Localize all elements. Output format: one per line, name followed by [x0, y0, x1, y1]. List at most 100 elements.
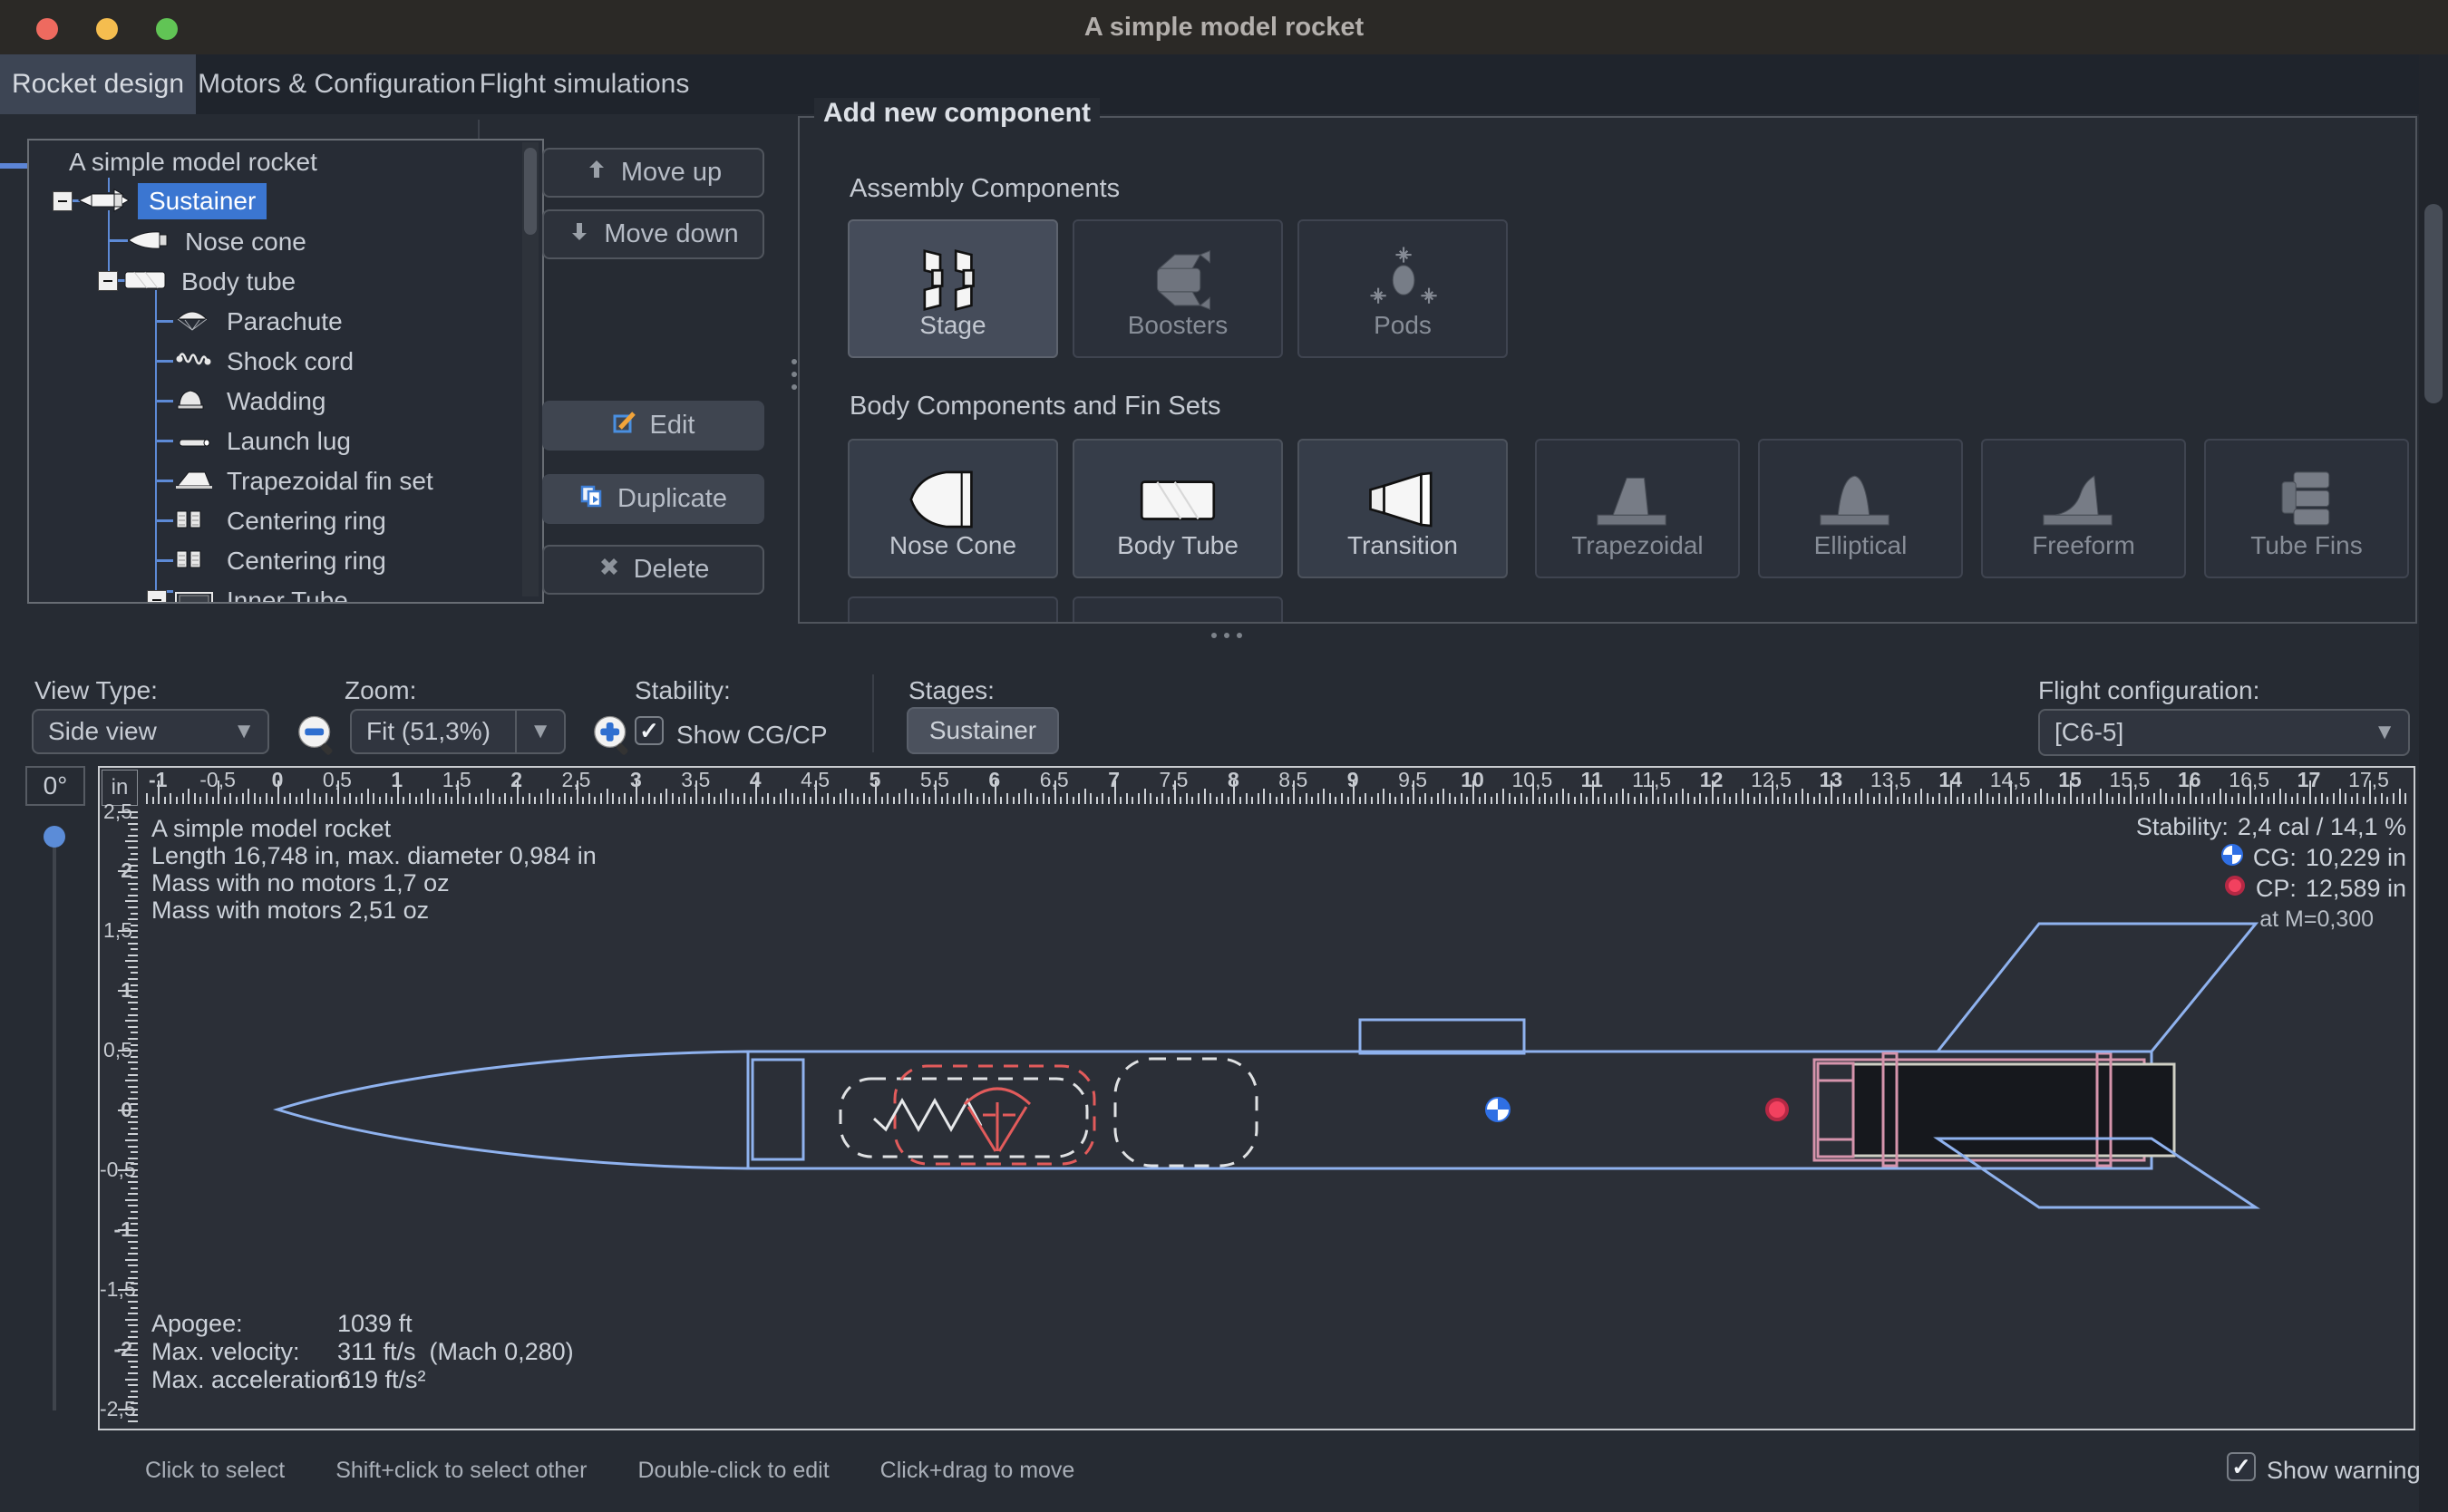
tree-item-label: Body tube [181, 267, 296, 296]
motor-outline[interactable] [1853, 1064, 2174, 1156]
section-label: Assembly Components [850, 174, 1120, 204]
tree-item-trapezoidal-fin-set[interactable]: Trapezoidal fin set [29, 460, 537, 500]
tree-expander-icon[interactable] [53, 191, 73, 211]
cp-icon [2223, 874, 2247, 904]
tree-item-label: Sustainer [138, 183, 267, 219]
wadding-outline[interactable] [1115, 1059, 1257, 1166]
duplicate-icon [579, 483, 605, 516]
tab-flight-simulations[interactable]: Flight simulations [478, 54, 691, 114]
edit-button[interactable]: Edit [542, 401, 764, 451]
nose-cone-outline[interactable] [277, 1052, 748, 1168]
boosters-icon [1074, 241, 1281, 324]
component-card-boosters: Boosters [1073, 219, 1283, 358]
show-cgcp-checkbox[interactable]: ✓ [635, 716, 664, 745]
show-warnings-checkbox[interactable]: ✓ [2227, 1452, 2256, 1481]
rotation-angle-box: 0° [25, 766, 85, 806]
chevron-down-icon: ▼ [2361, 720, 2408, 745]
component-card-stage[interactable]: Stage [848, 219, 1058, 358]
cg-icon [2220, 843, 2244, 873]
tree-expander-icon[interactable] [147, 590, 167, 604]
arrow-down-icon [568, 219, 591, 250]
tube-fins-icon [2206, 460, 2407, 543]
component-card-transition[interactable]: Transition [1297, 439, 1508, 578]
centering-ring-icon [174, 548, 203, 577]
move-down-button[interactable]: Move down [542, 209, 764, 259]
tree-item-label: Inner Tube [227, 586, 348, 604]
tree-expander-icon[interactable] [98, 271, 118, 291]
launch-lug-icon [174, 428, 214, 457]
view-type-label: View Type: [34, 676, 158, 705]
tree-item-shock-cord[interactable]: Shock cord [29, 341, 537, 381]
mouse-hint: Double-click to edit [637, 1458, 829, 1484]
tree-item-wadding[interactable]: Wadding [29, 381, 537, 421]
rotation-slider-track[interactable] [53, 827, 56, 1410]
parachute-icon [174, 308, 210, 338]
zoom-label: Zoom: [345, 676, 416, 705]
rocket-design-canvas[interactable]: in -1-0,500,511,522,533,544,555,566,577,… [98, 766, 2415, 1430]
nose-cone-icon [127, 228, 174, 257]
wadding-icon [174, 388, 207, 418]
body-tube-icon [1074, 460, 1281, 543]
panel-scrollbar[interactable] [2419, 54, 2448, 1512]
titlebar: A simple model rocket [0, 0, 2448, 54]
fin-set-icon [174, 468, 214, 497]
panel-resize-handle[interactable] [1237, 633, 1242, 638]
centering-ring-icon [174, 508, 203, 537]
flight-stats: Apogee:1039 ft Max. velocity:311 ft/s (M… [151, 1310, 574, 1394]
tree-item-sustainer[interactable]: Sustainer [29, 181, 537, 221]
cp-marker [1767, 1100, 1787, 1119]
panel-resize-handle[interactable] [1211, 633, 1217, 638]
rocket-icon [78, 189, 131, 218]
tree-item-launch-lug[interactable]: Launch lug [29, 421, 537, 460]
panel-splitter-handle[interactable] [792, 359, 797, 364]
tree-item-parachute[interactable]: Parachute [29, 301, 537, 341]
move-up-button[interactable]: Move up [542, 148, 764, 198]
panel-splitter-handle[interactable] [792, 372, 797, 377]
rocket-name: A simple model rocket [151, 815, 597, 842]
tree-item-centering-ring[interactable]: Centering ring [29, 540, 537, 580]
edit-icon [612, 410, 637, 442]
duplicate-button[interactable]: Duplicate [542, 474, 764, 524]
zoom-in-icon [588, 746, 635, 761]
component-card-nose-cone[interactable]: Nose Cone [848, 439, 1058, 578]
mouse-hint: Click to select [145, 1458, 285, 1484]
zoom-out-icon [292, 746, 339, 761]
zoom-out-button[interactable] [292, 711, 339, 762]
zoom-level-combo[interactable]: Fit (51,3%) ▼ [350, 709, 566, 754]
add-component-title: Add new component [814, 98, 1100, 129]
component-card-body-tube[interactable]: Body Tube [1073, 439, 1283, 578]
tab-rocket-design[interactable]: Rocket design [0, 54, 196, 114]
tree-item-body-tube[interactable]: Body tube [29, 261, 537, 301]
mouse-hint: Click+drag to move [880, 1458, 1075, 1484]
delete-button[interactable]: Delete [542, 545, 764, 595]
panel-resize-handle[interactable] [1224, 633, 1229, 638]
tree-item-label: Shock cord [227, 347, 354, 376]
tree-item-label: Nose cone [185, 228, 306, 257]
shock-cord-outline[interactable] [840, 1079, 1087, 1157]
view-type-select[interactable]: Side view▼ [32, 709, 269, 754]
zoom-in-button[interactable] [588, 711, 635, 762]
tree-item-nose-cone[interactable]: Nose cone [29, 221, 537, 261]
tree-item-centering-ring[interactable]: Centering ring [29, 500, 537, 540]
component-card-elliptical: Elliptical [1758, 439, 1963, 578]
nose-shoulder-outline[interactable] [753, 1060, 803, 1159]
engine-block-outline[interactable] [1818, 1063, 1853, 1157]
stages-label: Stages: [908, 676, 995, 705]
tree-item-label: Launch lug [227, 427, 351, 456]
panel-scrollbar-thumb[interactable] [2424, 204, 2443, 403]
openrocket-window: A simple model rocket Rocket design Moto… [0, 0, 2448, 1512]
stage-toggle-sustainer[interactable]: Sustainer [907, 707, 1059, 754]
tree-item-inner-tube[interactable]: Inner Tube [29, 580, 537, 604]
tree-item-a-simple-model-rocket[interactable]: A simple model rocket [29, 141, 537, 181]
rotation-slider-knob[interactable] [44, 826, 65, 848]
panel-splitter-handle[interactable] [792, 384, 797, 390]
window-title: A simple model rocket [0, 13, 2448, 43]
shock-cord-icon [174, 348, 214, 377]
toolbar-divider [872, 674, 874, 752]
tab-motors-configuration[interactable]: Motors & Configuration [196, 54, 478, 114]
show-cgcp-label: Show CG/CP [676, 721, 828, 750]
component-card-freeform: Freeform [1981, 439, 2186, 578]
flight-configuration-select[interactable]: [C6-5]▼ [2038, 709, 2410, 756]
launch-lug-outline[interactable] [1360, 1020, 1524, 1053]
stability-label: Stability: [635, 676, 731, 705]
